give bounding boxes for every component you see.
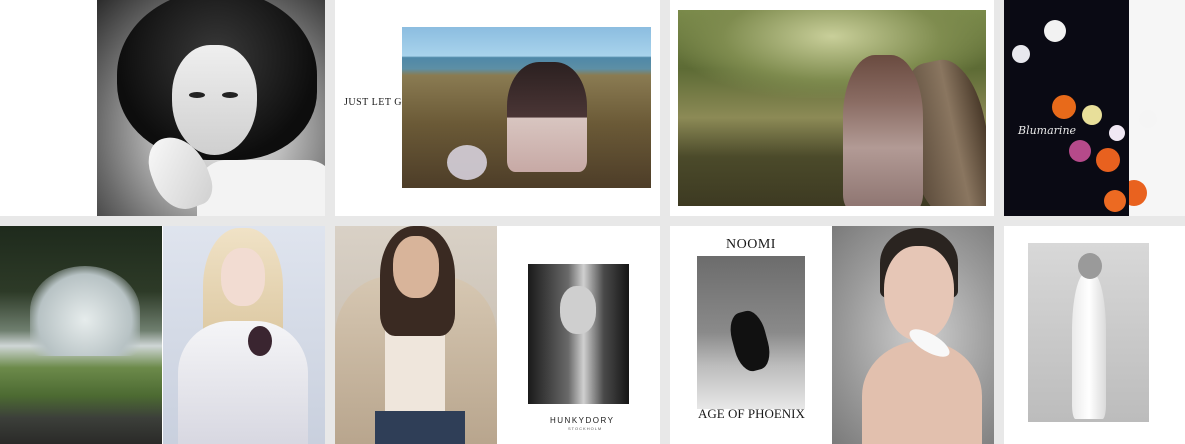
park-image xyxy=(0,226,162,444)
brand-subcaption: STOCKHOLM xyxy=(568,426,603,431)
brand-caption: Blumarine xyxy=(1018,124,1077,137)
gallery-tile-white-dress[interactable] xyxy=(1004,226,1185,444)
gallery-tile-park-and-blonde[interactable] xyxy=(0,226,325,444)
tile-title: NOOMI xyxy=(726,237,776,252)
brand-caption: HUNKYDORY xyxy=(550,416,615,425)
gallery-tile-banana-portrait[interactable] xyxy=(0,0,325,216)
flowers-image-right xyxy=(1129,0,1185,216)
dunes-image xyxy=(402,27,651,188)
phoenix-poster-image xyxy=(697,256,805,409)
white-dress-image xyxy=(1028,243,1149,422)
gallery-tile-noomi[interactable]: NOOMI AGE OF PHOENIX xyxy=(670,226,994,444)
tile-caption: JUST LET GO xyxy=(344,97,410,108)
banana-portrait-image xyxy=(97,0,325,216)
gallery-tile-tree-portrait[interactable] xyxy=(670,0,994,216)
flowers-image xyxy=(1004,0,1129,216)
tree-image xyxy=(678,10,986,206)
gallery-tile-blumarine-flowers[interactable]: Blumarine xyxy=(1004,0,1185,216)
brunette-portrait-image xyxy=(335,226,497,444)
feather-portrait-image xyxy=(832,226,994,444)
tile-caption: AGE OF PHOENIX xyxy=(698,406,805,421)
gallery-tile-hunkydory[interactable]: HUNKYDORY STOCKHOLM xyxy=(335,226,660,444)
blonde-portrait-image xyxy=(163,226,325,444)
hunkydory-image xyxy=(528,264,629,404)
gallery-tile-just-let-go[interactable]: JUST LET GO xyxy=(335,0,660,216)
